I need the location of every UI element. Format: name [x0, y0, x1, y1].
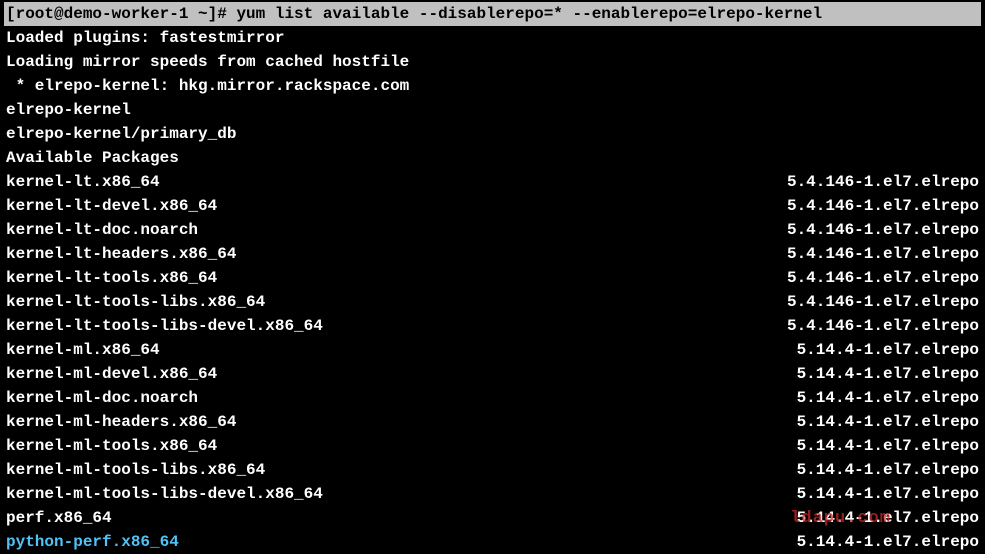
package-version: 5.14.4-1.el7.elrepo [797, 362, 979, 386]
package-version: 5.4.146-1.el7.elrepo [787, 194, 979, 218]
command-prompt-line[interactable]: [root@demo-worker-1 ~]# yum list availab… [4, 2, 981, 26]
package-row: kernel-ml-tools.x86_64 5.14.4-1.el7.elrep… [4, 434, 981, 458]
output-line: * elrepo-kernel: hkg.mirror.rackspace.co… [4, 74, 981, 98]
package-name: kernel-ml-devel.x86_64 [6, 362, 217, 386]
package-row: perf.x86_645.14.4-1.el7.elrepoldapu.com [4, 506, 981, 530]
package-version: 5.14.4-1.el7.elrepo [797, 434, 979, 458]
output-line: Available Packages [4, 146, 981, 170]
package-version: 5.4.146-1.el7.elrepo [787, 242, 979, 266]
package-row: kernel-lt-tools-libs.x86_64 5.4.146-1.el7… [4, 290, 981, 314]
package-row: kernel-lt-doc.noarch 5.4.146-1.el7.elrepo [4, 218, 981, 242]
package-version: 5.14.4-1.el7.elrepo [797, 482, 979, 506]
package-row: kernel-lt-headers.x86_64 5.4.146-1.el7.el… [4, 242, 981, 266]
command-text: [root@demo-worker-1 ~]# yum list availab… [6, 5, 822, 23]
package-name: kernel-lt-headers.x86_64 [6, 242, 236, 266]
package-name: kernel-lt.x86_64 [6, 170, 160, 194]
package-name: kernel-lt-doc.noarch [6, 218, 198, 242]
package-version: 5.14.4-1.el7.elrepo [797, 530, 979, 554]
package-list: kernel-lt.x86_645.4.146-1.el7.elrepokern… [4, 170, 981, 554]
package-name: kernel-lt-devel.x86_64 [6, 194, 217, 218]
output-line: elrepo-kernel [4, 98, 981, 122]
package-version: 5.4.146-1.el7.elrepo [787, 290, 979, 314]
package-name: kernel-lt-tools.x86_64 [6, 266, 217, 290]
package-version: 5.14.4-1.el7.elrepo [797, 458, 979, 482]
package-name: kernel-ml-tools-libs-devel.x86_64 [6, 482, 323, 506]
package-name: kernel-lt-tools-libs-devel.x86_64 [6, 314, 323, 338]
package-row: kernel-ml-headers.x86_64 5.14.4-1.el7.elr… [4, 410, 981, 434]
package-name: kernel-lt-tools-libs.x86_64 [6, 290, 265, 314]
package-row: kernel-lt-tools.x86_64 5.4.146-1.el7.elre… [4, 266, 981, 290]
package-version: 5.14.4-1.el7.elrepo [797, 410, 979, 434]
package-row: kernel-ml-devel.x86_64 5.14.4-1.el7.elrep… [4, 362, 981, 386]
package-row: python-perf.x86_64 5.14.4-1.el7.elrepo [4, 530, 981, 554]
package-row: kernel-ml-tools-libs-devel.x86_64 5.14.4-… [4, 482, 981, 506]
package-name: kernel-ml-doc.noarch [6, 386, 198, 410]
package-version: 5.14.4-1.el7.elrepo [797, 338, 979, 362]
output-line: Loading mirror speeds from cached hostfi… [4, 50, 981, 74]
package-name: perf.x86_64 [6, 506, 112, 530]
package-name: kernel-ml-tools-libs.x86_64 [6, 458, 265, 482]
package-version: 5.4.146-1.el7.elrepo [787, 218, 979, 242]
output-line: Loaded plugins: fastestmirror [4, 26, 981, 50]
package-version: 5.4.146-1.el7.elrepo [787, 266, 979, 290]
package-name: kernel-ml-tools.x86_64 [6, 434, 217, 458]
terminal-output-block: Loaded plugins: fastestmirror Loading mi… [4, 26, 981, 170]
package-row: kernel-lt-tools-libs-devel.x86_64 5.4.146… [4, 314, 981, 338]
package-version: 5.14.4-1.el7.elrepo [797, 506, 979, 530]
package-name: kernel-ml-headers.x86_64 [6, 410, 236, 434]
package-version: 5.4.146-1.el7.elrepo [787, 314, 979, 338]
package-name: python-perf.x86_64 [6, 530, 179, 554]
package-row: kernel-ml.x86_64 5.14.4-1.el7.elrepo [4, 338, 981, 362]
package-row: kernel-ml-doc.noarch 5.14.4-1.el7.elrepo [4, 386, 981, 410]
package-version: 5.4.146-1.el7.elrepo [787, 170, 979, 194]
package-name: kernel-ml.x86_64 [6, 338, 160, 362]
package-version: 5.14.4-1.el7.elrepo [797, 386, 979, 410]
package-row: kernel-ml-tools-libs.x86_64 5.14.4-1.el7.… [4, 458, 981, 482]
package-row: kernel-lt-devel.x86_64 5.4.146-1.el7.elre… [4, 194, 981, 218]
package-row: kernel-lt.x86_64 5.4.146-1.el7.elrepo [4, 170, 981, 194]
output-line: elrepo-kernel/primary_db [4, 122, 981, 146]
